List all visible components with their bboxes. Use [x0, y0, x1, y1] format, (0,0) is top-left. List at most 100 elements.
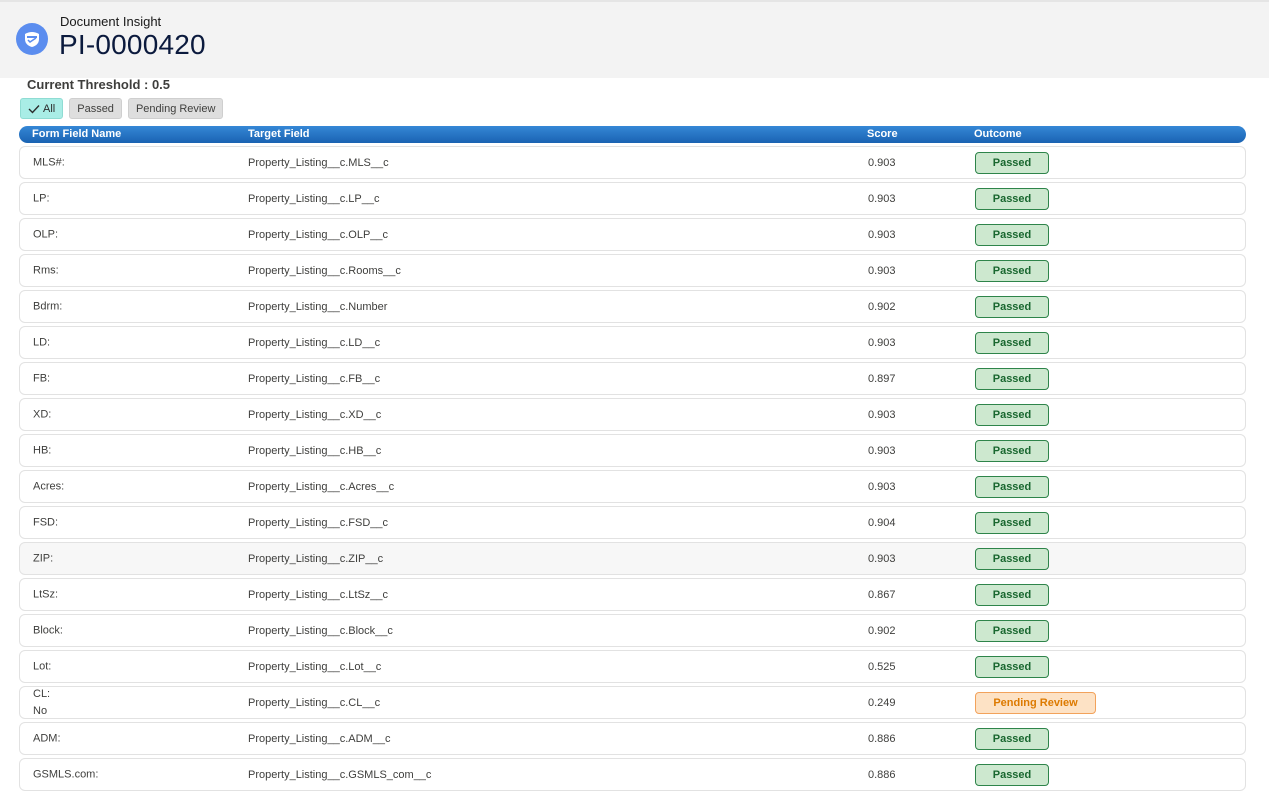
outcome-cell: Passed	[975, 547, 1049, 570]
form-field-name-cell: FB:	[33, 370, 50, 387]
target-field-cell: Property_Listing__c.MLS__c	[248, 156, 389, 169]
table-row[interactable]: LD: Property_Listing__c.LD__c 0.903 Passed	[19, 326, 1246, 359]
table-row[interactable]: Block: Property_Listing__c.Block__c 0.902 P…	[19, 614, 1246, 647]
form-field-name-cell: CL: No	[33, 686, 50, 720]
table-row[interactable]: GSMLS.com: Property_Listing__c.GSMLS_com_…	[19, 758, 1246, 791]
outcome-badge: Passed	[975, 763, 1049, 786]
target-field-cell: Property_Listing__c.FSD__c	[248, 516, 389, 529]
outcome-badge: Passed	[975, 727, 1049, 750]
score-cell: 0.903	[868, 228, 896, 241]
outcome-cell: Passed	[975, 403, 1049, 426]
form-field-name-cell: LD:	[33, 334, 50, 351]
column-header-form-field-name[interactable]: Form Field Name	[32, 128, 121, 140]
outcome-badge: Passed	[975, 403, 1049, 426]
form-field-name: XD:	[33, 408, 52, 420]
table-row[interactable]: OLP: Property_Listing__c.OLP__c 0.903 Passe…	[19, 218, 1246, 251]
filter-passed-button[interactable]: Passed	[69, 98, 122, 119]
score-cell: 0.867	[868, 588, 896, 601]
table-row[interactable]: FSD: Property_Listing__c.FSD__c 0.904 Passe…	[19, 506, 1246, 539]
target-field-cell: Property_Listing__c.ZIP__c	[248, 552, 384, 565]
column-header-target-field[interactable]: Target Field	[248, 128, 310, 140]
table-header: Form Field Name Target Field Score Outco…	[19, 126, 1246, 143]
target-field-cell: Property_Listing__c.LD__c	[248, 336, 381, 349]
outcome-cell: Passed	[975, 655, 1049, 678]
form-field-name-cell: Lot:	[33, 658, 51, 675]
outcome-cell: Passed	[975, 223, 1049, 246]
header-eyebrow: Document Insight	[60, 14, 162, 29]
table-row[interactable]: Lot: Property_Listing__c.Lot__c 0.525 Passe…	[19, 650, 1246, 683]
target-field-cell: Property_Listing__c.HB__c	[248, 444, 382, 457]
table-row[interactable]: CL: No Property_Listing__c.CL__c 0.249 Pendi…	[19, 686, 1246, 719]
table-row[interactable]: Acres: Property_Listing__c.Acres__c 0.903 P…	[19, 470, 1246, 503]
table-row[interactable]: ZIP: Property_Listing__c.ZIP__c 0.903 Passe…	[19, 542, 1246, 575]
results-table: MLS#: Property_Listing__c.MLS__c 0.903 Pass…	[19, 146, 1246, 794]
score-cell: 0.904	[868, 516, 896, 529]
table-row[interactable]: FB: Property_Listing__c.FB__c 0.897 Passed	[19, 362, 1246, 395]
outcome-badge: Passed	[975, 511, 1049, 534]
outcome-badge: Passed	[975, 475, 1049, 498]
outcome-badge: Passed	[975, 547, 1049, 570]
form-field-name-cell: ADM:	[33, 730, 61, 747]
form-field-name: LtSz:	[33, 588, 59, 600]
document-insight-icon	[16, 23, 48, 55]
table-row[interactable]: HB: Property_Listing__c.HB__c 0.903 Passed	[19, 434, 1246, 467]
form-field-name: ZIP:	[33, 552, 54, 564]
form-field-name-cell: Acres:	[33, 478, 64, 495]
table-row[interactable]: ADM: Property_Listing__c.ADM__c 0.886 Passe…	[19, 722, 1246, 755]
filter-pending-review-button[interactable]: Pending Review	[127, 98, 224, 119]
score-cell: 0.903	[868, 336, 896, 349]
form-field-name: Rms:	[33, 264, 59, 276]
outcome-badge: Passed	[975, 655, 1049, 678]
score-cell: 0.886	[868, 732, 896, 745]
outcome-cell: Passed	[975, 439, 1049, 462]
target-field-cell: Property_Listing__c.CL__c	[248, 696, 381, 709]
score-cell: 0.886	[868, 768, 896, 781]
form-field-name: FB:	[33, 372, 51, 384]
form-field-name: LP:	[33, 192, 50, 204]
form-field-name: GSMLS.com:	[33, 768, 99, 780]
target-field-cell: Property_Listing__c.Acres__c	[248, 480, 395, 493]
table-row[interactable]: LtSz: Property_Listing__c.LtSz__c 0.867 Pas…	[19, 578, 1246, 611]
form-field-name-cell: FSD:	[33, 514, 58, 531]
column-header-outcome[interactable]: Outcome	[974, 128, 1022, 140]
filter-all-button[interactable]: All	[20, 98, 64, 119]
form-field-name-cell: Block:	[33, 622, 63, 639]
target-field-cell: Property_Listing__c.OLP__c	[248, 228, 389, 241]
form-field-name-cell: OLP:	[33, 226, 58, 243]
target-field-cell: Property_Listing__c.FB__c	[248, 372, 381, 385]
filter-passed-label: Passed	[77, 102, 114, 115]
form-field-name: Bdrm:	[33, 300, 63, 312]
table-row[interactable]: LP: Property_Listing__c.LP__c 0.903 Passed	[19, 182, 1246, 215]
target-field-cell: Property_Listing__c.LP__c	[248, 192, 380, 205]
filter-all-label: All	[43, 102, 56, 115]
target-field-cell: Property_Listing__c.Rooms__c	[248, 264, 401, 277]
outcome-badge: Passed	[975, 619, 1049, 642]
outcome-badge: Passed	[975, 223, 1049, 246]
target-field-cell: Property_Listing__c.XD__c	[248, 408, 382, 421]
target-field-cell: Property_Listing__c.GSMLS_com__c	[248, 768, 432, 781]
table-row[interactable]: MLS#: Property_Listing__c.MLS__c 0.903 Pass…	[19, 146, 1246, 179]
outcome-cell: Passed	[975, 187, 1049, 210]
form-field-value: No	[33, 704, 48, 717]
outcome-cell: Passed	[975, 475, 1049, 498]
table-row[interactable]: XD: Property_Listing__c.XD__c 0.903 Passed	[19, 398, 1246, 431]
outcome-cell: Pending Review	[975, 691, 1096, 714]
table-row[interactable]: Bdrm: Property_Listing__c.Number 0.902 Pass…	[19, 290, 1246, 323]
outcome-cell: Passed	[975, 295, 1049, 318]
score-cell: 0.897	[868, 372, 896, 385]
form-field-name: CL:	[33, 687, 51, 700]
table-row[interactable]: Rms: Property_Listing__c.Rooms__c 0.903 Pas…	[19, 254, 1246, 287]
score-cell: 0.902	[868, 624, 896, 637]
column-header-score[interactable]: Score	[867, 128, 898, 140]
target-field-cell: Property_Listing__c.Number	[248, 300, 388, 313]
page-title: PI-0000420	[59, 29, 206, 60]
outcome-cell: Passed	[975, 583, 1049, 606]
score-cell: 0.249	[868, 696, 896, 709]
form-field-name: LD:	[33, 336, 51, 348]
filter-pending-review-label: Pending Review	[135, 102, 216, 115]
outcome-badge: Passed	[975, 259, 1049, 282]
score-cell: 0.903	[868, 444, 896, 457]
score-cell: 0.903	[868, 156, 896, 169]
form-field-name-cell: HB:	[33, 442, 51, 459]
form-field-name-cell: ZIP:	[33, 550, 53, 567]
